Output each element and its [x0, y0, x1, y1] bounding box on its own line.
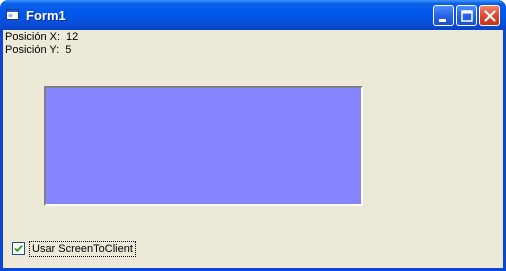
- position-y-label: Posición Y:: [5, 44, 60, 56]
- position-x-row: Posición X: 12: [5, 31, 78, 44]
- checkmark-icon: [14, 245, 23, 253]
- minimize-icon: [439, 19, 446, 22]
- position-x-label: Posición X:: [5, 31, 61, 43]
- client-area: Posición X: 12 Posición Y: 5 Usar ScreenTo…: [3, 30, 503, 268]
- close-icon: [484, 10, 496, 22]
- position-x-value: 12: [66, 31, 79, 43]
- close-button[interactable]: [479, 5, 500, 26]
- title-bar[interactable]: Form1: [0, 0, 506, 30]
- maximize-icon: [461, 10, 473, 22]
- window-title: Form1: [26, 8, 66, 23]
- position-y-row: Posición Y: 5: [5, 44, 71, 57]
- checkbox-label[interactable]: Usar ScreenToClient: [29, 241, 136, 257]
- app-icon: [6, 9, 19, 20]
- form-window: Form1 Posición X: 12 Posición Y: 5 Usar …: [0, 0, 506, 271]
- position-y-value: 5: [65, 44, 72, 56]
- tracking-panel[interactable]: [44, 86, 363, 206]
- checkbox-box[interactable]: [12, 242, 25, 255]
- maximize-button[interactable]: [456, 5, 477, 26]
- minimize-button[interactable]: [433, 5, 454, 26]
